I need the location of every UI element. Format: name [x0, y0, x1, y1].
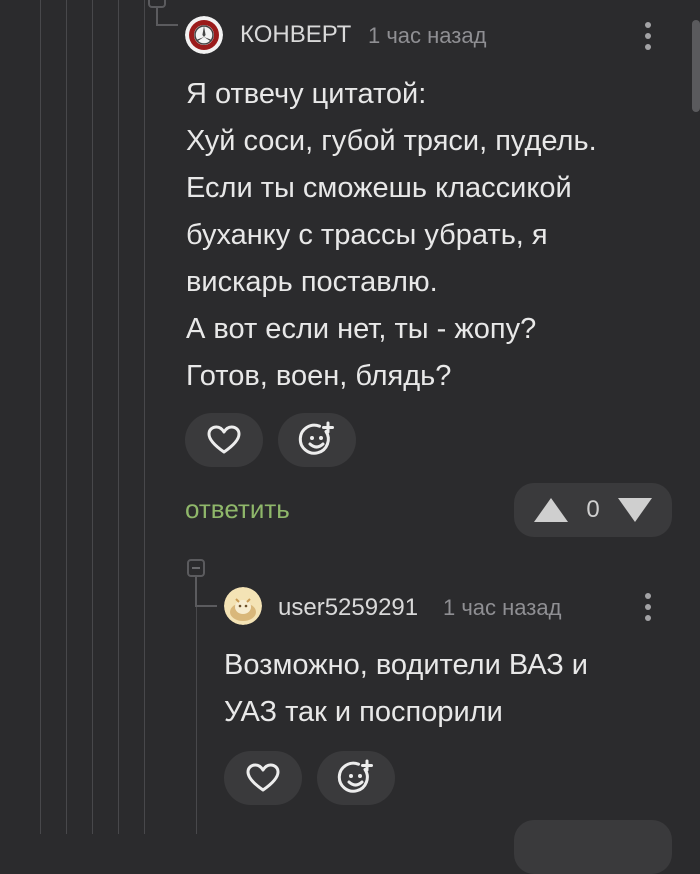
thread-line — [66, 0, 67, 834]
comment-line: Готов, воен, блядь? — [186, 360, 452, 392]
like-button[interactable] — [185, 413, 263, 467]
scrollbar[interactable] — [692, 20, 700, 112]
comment-timestamp[interactable]: 1 час назад — [368, 23, 486, 49]
thread-line — [40, 0, 41, 834]
collapse-thread-button[interactable] — [187, 559, 205, 577]
add-reaction-button[interactable] — [278, 413, 356, 467]
triangle-down-icon[interactable] — [617, 497, 653, 523]
like-button[interactable] — [224, 751, 302, 805]
thread-connector — [156, 24, 178, 26]
thread-connector — [195, 605, 217, 607]
thread-line — [118, 0, 119, 834]
heart-icon — [246, 763, 280, 792]
comment-line: УАЗ так и поспорили — [224, 696, 503, 728]
comment-timestamp[interactable]: 1 час назад — [443, 595, 561, 621]
kebab-menu-icon[interactable] — [644, 593, 652, 626]
comment-line: Возможно, водители ВАЗ и — [224, 649, 589, 681]
mercedes-logo-icon[interactable] — [185, 16, 223, 54]
kebab-menu-icon[interactable] — [644, 22, 652, 55]
thread-connector — [156, 8, 158, 24]
comment-line: Я отвечу цитатой: — [186, 78, 427, 110]
add-reaction-button[interactable] — [317, 751, 395, 805]
vote-count: 0 — [586, 496, 600, 523]
collapse-thread-button[interactable] — [148, 0, 166, 8]
vote-control: 0 — [514, 483, 672, 537]
comment-line: буханку с трассы убрать, я — [186, 219, 548, 251]
comment-body: Возможно, водители ВАЗ и УАЗ так и поспо… — [224, 642, 588, 736]
thread-connector — [195, 577, 197, 606]
comment-line: А вот если нет, ты - жопу? — [186, 313, 537, 345]
comment-line: Хуй соси, губой тряси, пудель. — [186, 125, 597, 157]
comment-body: Я отвечу цитатой: Хуй соси, губой тряси,… — [186, 71, 597, 400]
emoji-add-icon — [298, 421, 334, 455]
reply-link[interactable]: ответить — [185, 494, 290, 525]
emoji-add-icon — [337, 759, 373, 793]
comment-author[interactable]: user5259291 — [278, 594, 418, 622]
thread-line — [196, 578, 197, 834]
comment-author[interactable]: КОНВЕРТ — [240, 21, 351, 49]
user-avatar-icon[interactable] — [224, 587, 262, 625]
vote-control — [514, 820, 672, 874]
triangle-up-icon[interactable] — [533, 497, 569, 523]
thread-line — [92, 0, 93, 834]
comment-line: вискарь поставлю. — [186, 266, 438, 298]
heart-icon — [207, 425, 241, 454]
comment-line: Если ты сможешь классикой — [186, 172, 572, 204]
thread-line — [144, 0, 145, 834]
